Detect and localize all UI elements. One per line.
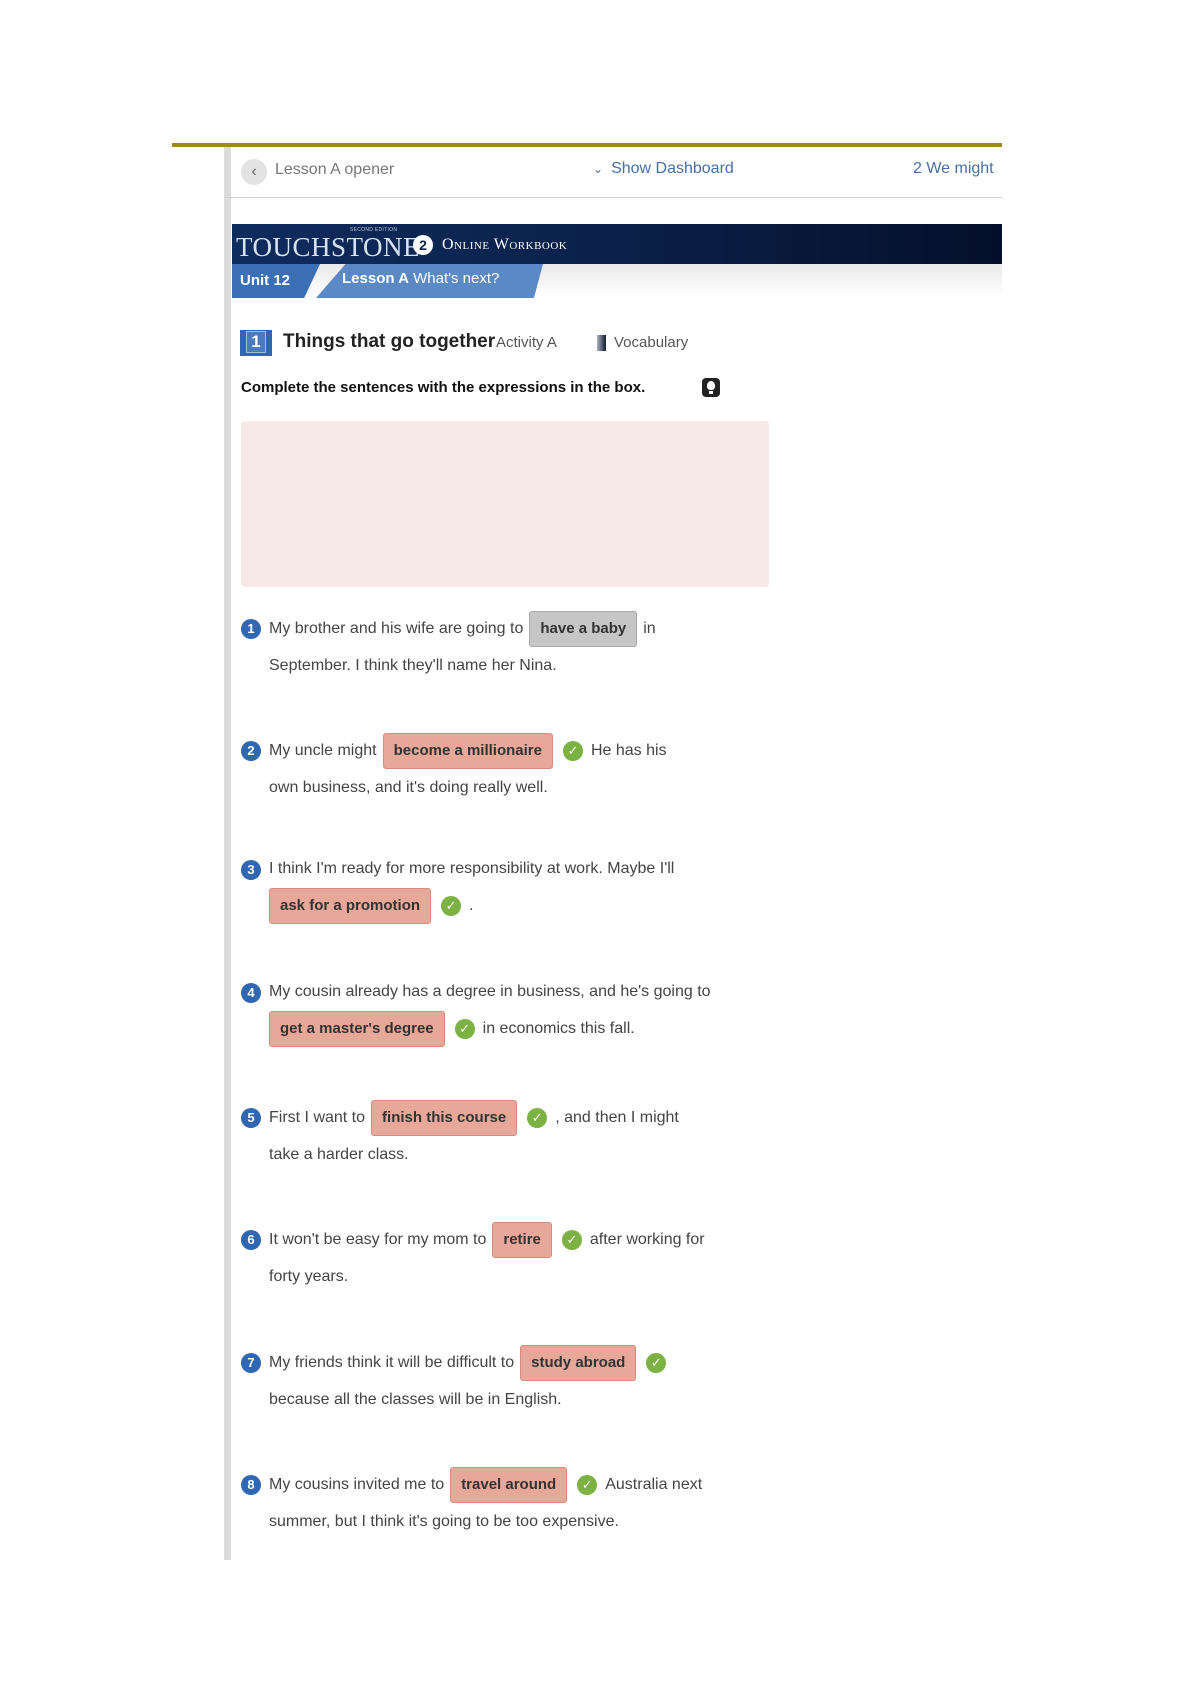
answer-slot[interactable]: become a millionaire: [382, 733, 553, 769]
sentence-text-after: in: [643, 620, 656, 637]
sentence-text-continued: because all the classes will be in Engli…: [269, 1391, 562, 1408]
sentence-text-before: It won't be easy for my mom to: [269, 1231, 487, 1248]
sentence-text-before: My friends think it will be difficult to: [269, 1354, 515, 1371]
activity-category: Vocabulary: [614, 334, 689, 351]
number-7-icon: 7: [241, 1353, 261, 1373]
left-rail: [224, 147, 231, 1560]
vocabulary-icon: [597, 335, 606, 351]
lesson-tab-label: Lesson A: [342, 270, 409, 287]
lesson-navbar: ‹ Lesson A opener ⌄ Show Dashboard 2 We m…: [224, 147, 1002, 198]
number-5-icon: 5: [241, 1108, 261, 1128]
chevron-down-icon: ⌄: [593, 162, 604, 176]
next-lesson-link[interactable]: 2 We might: [913, 160, 994, 178]
number-2-icon: 2: [241, 741, 261, 761]
checkmark-icon: ✓: [441, 896, 462, 916]
hint-lightbulb-icon[interactable]: [702, 378, 720, 397]
checkmark-icon: ✓: [527, 1108, 548, 1128]
sentence-text-after: Australia next: [605, 1476, 703, 1493]
sentence-text-before: My brother and his wife are going to: [269, 620, 524, 637]
answer-slot[interactable]: have a baby: [529, 611, 638, 647]
number-6-icon: 6: [241, 1230, 261, 1250]
sentence-text-before: My cousin already has a degree in busine…: [269, 983, 711, 1000]
sentence-text-after: , and then I might: [555, 1109, 679, 1126]
sentence-text-continued: September. I think they'll name her Nina…: [269, 657, 557, 674]
expression-box: [241, 421, 769, 587]
sentence-text-before: First I want to: [269, 1109, 366, 1126]
touchstone-logo: TOUCHSTONE: [236, 232, 421, 262]
level-badge: 2: [413, 235, 433, 255]
sentence-text-after: in economics this fall.: [482, 1020, 635, 1037]
show-dashboard-toggle[interactable]: ⌄ Show Dashboard: [593, 160, 734, 178]
sentence-text-after: .: [469, 897, 474, 914]
breadcrumb: Unit 12 Lesson A What's next?: [232, 264, 1002, 300]
sentence-text-before: I think I'm ready for more responsibilit…: [269, 860, 675, 877]
sentence-text-after: after working for: [589, 1231, 705, 1248]
sentence-text-continued: summer, but I think it's going to be too…: [269, 1513, 619, 1530]
activity-number-badge: 1: [240, 330, 272, 356]
number-1-icon: 1: [241, 619, 261, 639]
chevron-left-icon[interactable]: ‹: [241, 159, 267, 185]
lesson-tab[interactable]: Lesson A What's next?: [316, 264, 543, 298]
answer-slot[interactable]: get a master's degree: [269, 1011, 445, 1047]
activity-title: Things that go together: [283, 331, 496, 352]
number-8-icon: 8: [241, 1475, 261, 1495]
answer-slot[interactable]: study abroad: [520, 1345, 637, 1381]
answer-slot[interactable]: ask for a promotion: [269, 888, 432, 924]
sentence-text-continued: take a harder class.: [269, 1146, 409, 1163]
edition-label: SECOND EDITION: [350, 227, 398, 233]
activity-subtitle: Activity A: [496, 334, 557, 351]
activity-number: 1: [246, 331, 266, 353]
checkmark-icon: ✓: [646, 1353, 667, 1373]
sentence-text-continued: own business, and it's doing really well…: [269, 779, 548, 796]
answer-slot[interactable]: travel around: [450, 1467, 568, 1503]
checkmark-icon: ✓: [561, 1230, 582, 1250]
checkmark-icon: ✓: [562, 741, 583, 761]
number-3-icon: 3: [241, 860, 261, 880]
previous-lesson-link[interactable]: Lesson A opener: [275, 161, 394, 179]
checkmark-icon: ✓: [454, 1019, 475, 1039]
number-4-icon: 4: [241, 983, 261, 1003]
checkmark-icon: ✓: [577, 1475, 598, 1495]
workbook-banner: TOUCHSTONE SECOND EDITION 2 Online Workb…: [232, 224, 1002, 264]
workbook-title: Online Workbook: [442, 236, 568, 253]
lesson-tab-title: What's next?: [413, 270, 500, 287]
instructions: Complete the sentences with the expressi…: [241, 379, 646, 396]
sentence-text-before: My uncle might: [269, 742, 377, 759]
show-dashboard-label: Show Dashboard: [611, 160, 734, 177]
sentence-text-continued: forty years.: [269, 1268, 349, 1285]
unit-tab[interactable]: Unit 12: [232, 264, 320, 298]
sentence-text-after: He has his: [590, 742, 667, 759]
answer-slot[interactable]: finish this course: [371, 1100, 518, 1136]
sentence-text-before: My cousins invited me to: [269, 1476, 445, 1493]
answer-slot[interactable]: retire: [492, 1222, 552, 1258]
